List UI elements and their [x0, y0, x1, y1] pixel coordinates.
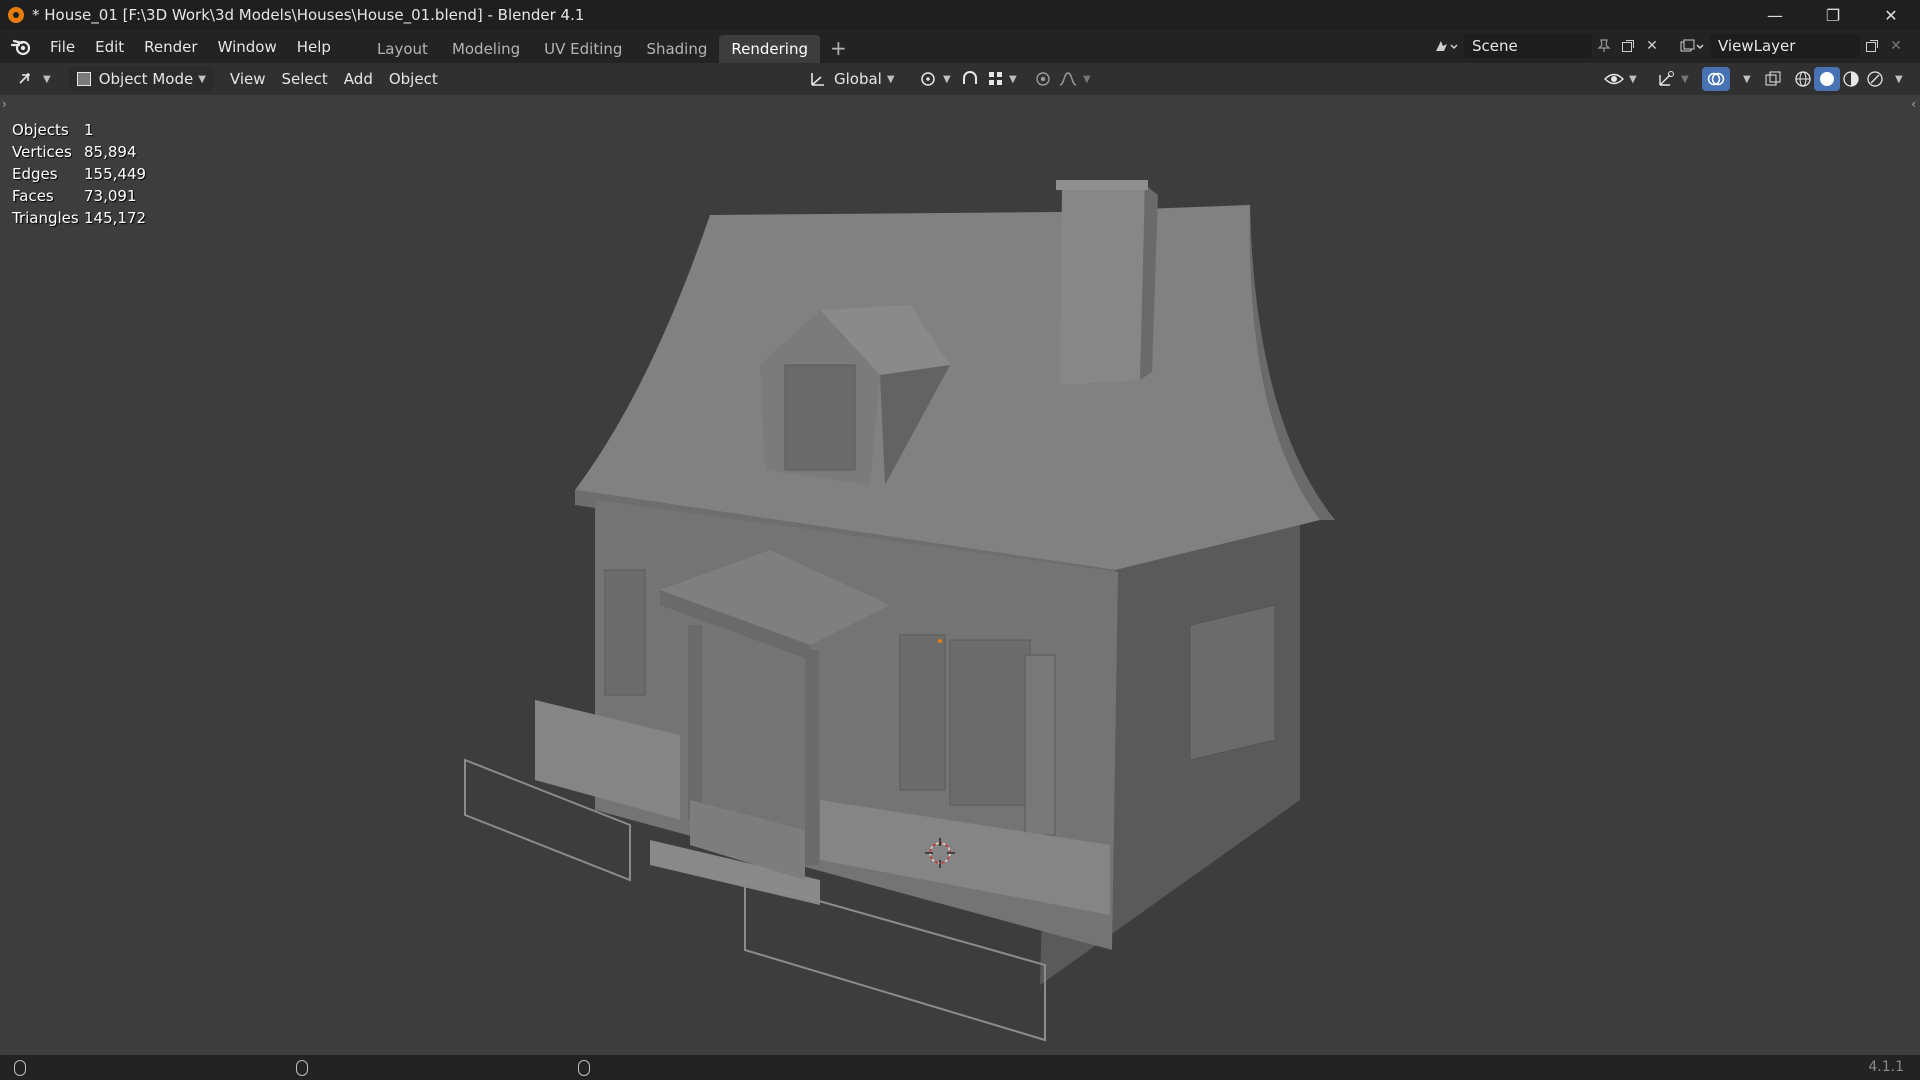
overlay-dropdown[interactable]: ▼ [1730, 67, 1759, 91]
menu-object[interactable]: Object [381, 67, 446, 91]
rendered-shading-icon [1867, 71, 1883, 87]
window-title: * House_01 [F:\3D Work\3d Models\Houses\… [32, 6, 585, 24]
menu-render[interactable]: Render [134, 34, 207, 60]
status-bar: 4.1.1 [0, 1055, 1920, 1080]
falloff-curve-icon [1059, 72, 1077, 86]
tab-shading[interactable]: Shading [634, 35, 719, 63]
editor-type-icon[interactable]: ▼ [10, 67, 59, 91]
overlay-icon [1707, 72, 1725, 86]
mouse-middle-icon [296, 1060, 308, 1076]
transform-orientation-dropdown[interactable]: Global ▼ [800, 67, 903, 91]
window-title-bar: * House_01 [F:\3D Work\3d Models\Houses\… [0, 0, 1920, 30]
new-scene-icon[interactable] [1616, 34, 1640, 58]
snap-target-dropdown[interactable]: ▼ [980, 67, 1025, 91]
scene-name: Scene [1472, 37, 1518, 55]
overlay-toggle[interactable] [1702, 67, 1730, 91]
new-view-layer-icon[interactable] [1860, 34, 1884, 58]
snap-icon [963, 71, 977, 84]
menu-select[interactable]: Select [274, 67, 336, 91]
object-mode-dropdown[interactable]: Object Mode ▼ [68, 67, 214, 91]
rendered-shading-button[interactable] [1862, 67, 1888, 91]
delete-view-layer-icon[interactable]: ✕ [1884, 34, 1908, 58]
material-shading-button[interactable] [1838, 67, 1864, 91]
transform-orientation-icon [811, 73, 824, 86]
view-layer-browse-icon[interactable] [1674, 34, 1710, 58]
scene-selector: Scene ✕ [1428, 34, 1664, 58]
menu-add[interactable]: Add [336, 67, 381, 91]
top-bar: File Edit Render Window Help Layout Mode… [0, 30, 1920, 63]
blender-logo-icon[interactable] [10, 36, 32, 58]
object-mode-icon [76, 72, 91, 86]
tab-uv-editing[interactable]: UV Editing [532, 35, 634, 63]
mouse-right-icon [578, 1060, 590, 1076]
solid-shading-icon [1820, 72, 1834, 86]
visibility-dropdown[interactable]: ▼ [1596, 67, 1645, 91]
pin-icon[interactable] [1592, 34, 1616, 58]
viewport-header: ▼ Object Mode ▼ View Select Add Object G… [0, 63, 1920, 95]
gizmo-toggle[interactable]: ▼ [1648, 67, 1697, 91]
tab-layout[interactable]: Layout [365, 35, 440, 63]
wireframe-shading-button[interactable] [1790, 67, 1816, 91]
mouse-left-icon [14, 1060, 26, 1076]
wireframe-shading-icon [1795, 71, 1811, 87]
view-layer-name-field[interactable]: ViewLayer [1710, 34, 1860, 58]
pivot-icon [921, 72, 935, 86]
transform-orientation-label: Global [834, 70, 882, 88]
view-layer-name: ViewLayer [1718, 37, 1796, 55]
tab-modeling[interactable]: Modeling [440, 35, 532, 63]
solid-shading-button[interactable] [1814, 67, 1840, 91]
menu-edit[interactable]: Edit [85, 34, 134, 60]
shading-dropdown[interactable]: ▼ [1886, 67, 1907, 91]
xray-icon [1765, 71, 1781, 86]
workspace-tabs: Layout Modeling UV Editing Shading Rende… [365, 30, 857, 63]
add-workspace-button[interactable]: + [820, 36, 857, 60]
version-label: 4.1.1 [1868, 1059, 1904, 1075]
view-layer-selector: ViewLayer ✕ [1674, 34, 1908, 58]
object-mode-label: Object Mode [98, 70, 194, 88]
visibility-icon [1604, 73, 1624, 85]
blender-app-icon [8, 7, 24, 23]
delete-scene-icon[interactable]: ✕ [1640, 34, 1664, 58]
menu-window[interactable]: Window [208, 34, 287, 60]
3d-viewport[interactable]: › ‹ Objects 1 Vertices 85,894 Edges 155,449… [0, 95, 1920, 1055]
gizmo-icon [1659, 71, 1674, 86]
minimize-button[interactable]: — [1746, 0, 1804, 30]
proportional-falloff-dropdown[interactable]: ▼ [1050, 67, 1099, 91]
xray-toggle[interactable] [1756, 67, 1790, 91]
scene-name-field[interactable]: Scene [1464, 34, 1592, 58]
tab-rendering[interactable]: Rendering [719, 34, 820, 63]
house-model[interactable] [0, 95, 1920, 1055]
menu-help[interactable]: Help [287, 34, 341, 60]
maximize-button[interactable]: ❐ [1804, 0, 1862, 30]
material-shading-icon [1843, 71, 1859, 87]
scene-browse-icon[interactable] [1428, 34, 1464, 58]
snap-grid-icon [989, 72, 1002, 85]
menu-file[interactable]: File [40, 34, 85, 60]
close-button[interactable]: ✕ [1862, 0, 1920, 30]
menu-view[interactable]: View [222, 67, 274, 91]
window-controls: — ❐ ✕ [1746, 0, 1920, 30]
